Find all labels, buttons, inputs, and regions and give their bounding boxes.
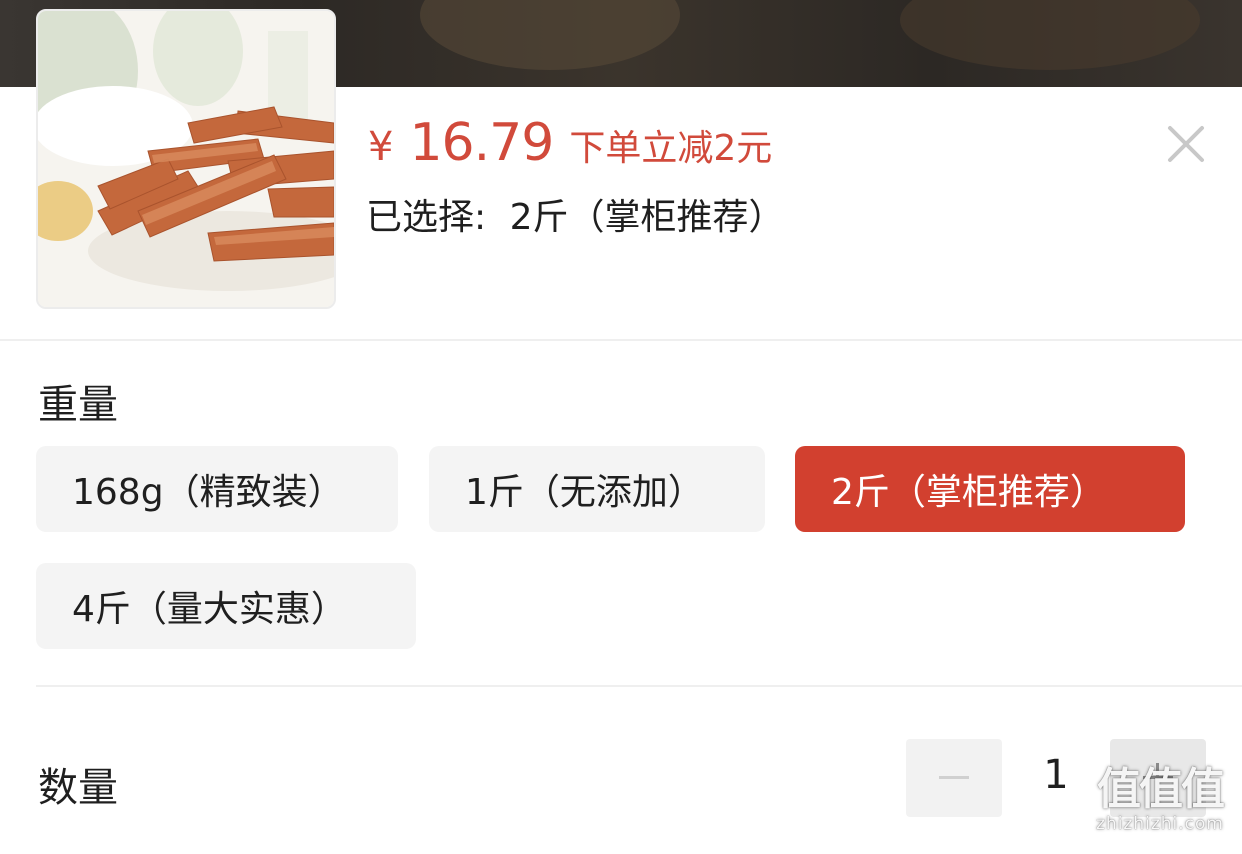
weight-option-1jin[interactable]: 1斤（无添加） bbox=[429, 446, 765, 532]
weight-label: 重量 bbox=[38, 382, 118, 428]
weight-option-2jin[interactable]: 2斤（掌柜推荐） bbox=[795, 446, 1185, 532]
weight-option-168g[interactable]: 168g（精致装） bbox=[36, 446, 398, 532]
discount-text: 下单立减2元 bbox=[569, 128, 773, 169]
header-divider bbox=[0, 339, 1242, 341]
selected-spec: 已选择: 2斤（掌柜推荐） bbox=[366, 188, 785, 240]
site-watermark: 值值值 zhizhizhi.com bbox=[1085, 764, 1235, 835]
quantity-label: 数量 bbox=[38, 765, 118, 811]
close-button[interactable] bbox=[1160, 118, 1212, 170]
close-icon bbox=[1168, 126, 1204, 162]
selected-value: 2斤（掌柜推荐） bbox=[509, 197, 785, 238]
currency-symbol: ¥ bbox=[368, 124, 394, 170]
brown-sugar-product-photo bbox=[38, 11, 334, 307]
watermark-mark: 值值值 bbox=[1097, 764, 1225, 815]
weight-option-4jin[interactable]: 4斤（量大实惠） bbox=[36, 563, 416, 649]
price-line: ¥ 16.79 下单立减2元 bbox=[368, 113, 772, 173]
quantity-value: 1 bbox=[1043, 752, 1069, 798]
selected-label: 已选择: bbox=[366, 197, 487, 238]
product-thumbnail bbox=[36, 9, 336, 309]
weight-divider bbox=[36, 685, 1242, 687]
price-value: 16.79 bbox=[409, 113, 554, 173]
watermark-site: zhizhizhi.com bbox=[1096, 814, 1224, 834]
quantity-decrease-button[interactable] bbox=[906, 739, 1002, 817]
